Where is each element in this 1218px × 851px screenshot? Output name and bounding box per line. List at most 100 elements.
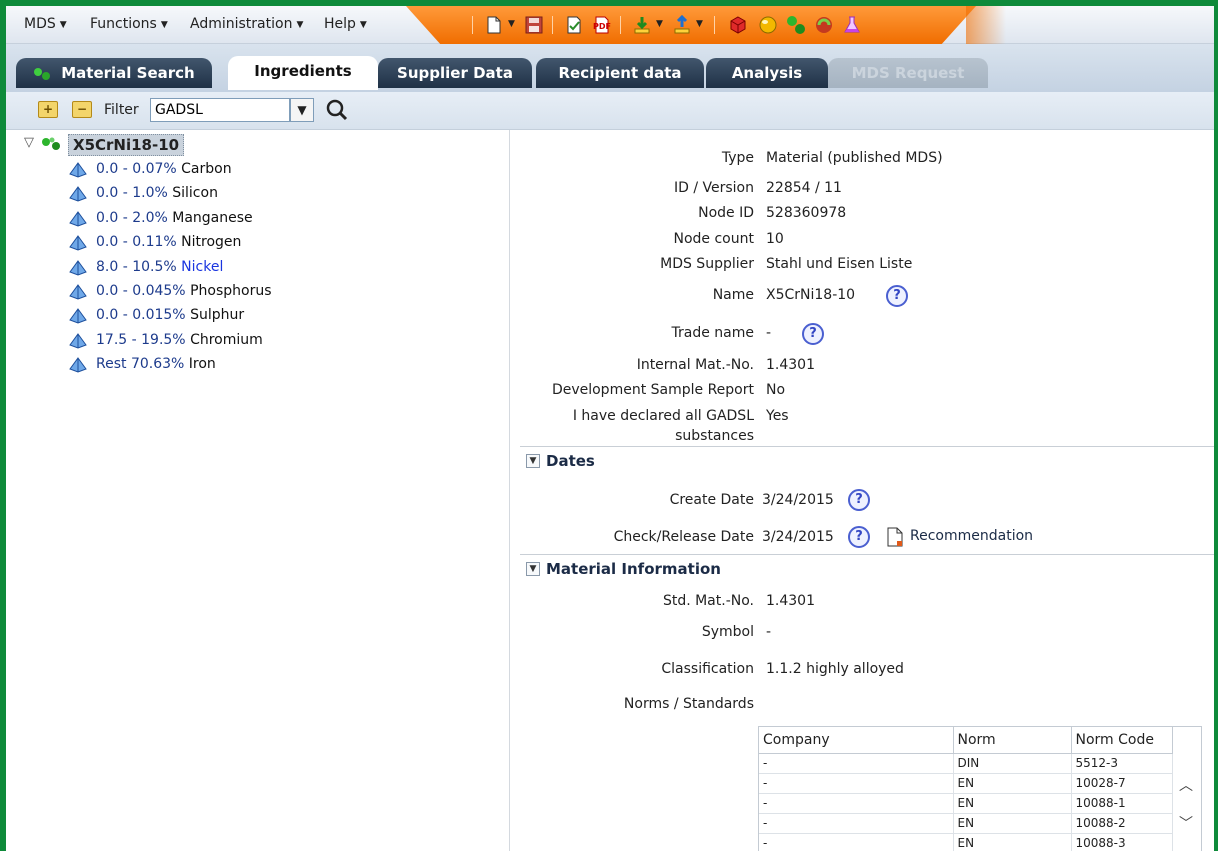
tree-expanded-icon[interactable]: ▽ <box>24 135 34 150</box>
table-cell: - <box>759 833 954 851</box>
substance-diamond-icon <box>69 162 87 178</box>
table-cell: 10028-7 <box>1071 773 1173 794</box>
table-scrollbar[interactable]: ︿ ﹀ <box>1173 727 1201 851</box>
dev-sample-value: No <box>766 382 786 398</box>
material-info-title: Material Information <box>546 560 721 578</box>
tree-root-label: X5CrNi18-10 <box>68 134 185 156</box>
save-icon[interactable] <box>524 15 544 35</box>
chevron-down-icon[interactable]: ▼ <box>526 562 540 576</box>
help-icon[interactable]: ? <box>802 323 824 345</box>
document-icon[interactable] <box>886 526 904 548</box>
tree-item-name: Iron <box>188 356 216 373</box>
menu-label: MDS <box>24 16 56 32</box>
caret-down-icon: ▼ <box>59 20 67 30</box>
filter-label: Filter <box>104 102 139 118</box>
svg-text:PDF: PDF <box>593 22 611 31</box>
tab-recipient-data[interactable]: Recipient data <box>536 58 704 88</box>
create-date-label: Create Date <box>669 492 754 508</box>
tree-item-percent: 8.0 - 10.5% <box>96 258 177 275</box>
recommendation-link[interactable]: Recommendation <box>910 528 1033 544</box>
table-cell: 10088-2 <box>1071 813 1173 834</box>
details-panel: Type Material (published MDS) ID / Versi… <box>512 130 1214 851</box>
molecule-icon[interactable] <box>786 15 806 35</box>
table-row[interactable]: - EN 10088-1 <box>759 793 1173 814</box>
tree-item-percent: 17.5 - 19.5% <box>96 331 186 348</box>
check-release-date-label: Check/Release Date <box>613 529 754 545</box>
help-icon[interactable]: ? <box>848 526 870 548</box>
substance-diamond-icon <box>69 308 87 324</box>
edit-check-icon[interactable] <box>564 15 584 35</box>
tree-item-percent: 0.0 - 2.0% <box>96 209 168 226</box>
search-icon[interactable] <box>324 97 350 123</box>
toolbar-separator <box>552 16 553 34</box>
node-count-label: Node count <box>673 231 755 247</box>
menu-help[interactable]: Help ▼ <box>324 16 367 32</box>
menu-functions[interactable]: Functions ▼ <box>90 16 168 32</box>
node-id-value: 528360978 <box>766 205 847 221</box>
pdf-icon[interactable]: PDF <box>592 15 612 35</box>
tab-analysis[interactable]: Analysis <box>706 58 828 88</box>
sphere-icon[interactable] <box>758 15 778 35</box>
chevron-down-icon[interactable]: ▼ <box>526 454 540 468</box>
table-cell: EN <box>953 833 1072 851</box>
table-row[interactable]: - EN 10088-2 <box>759 813 1173 834</box>
tab-ingredients[interactable]: Ingredients <box>228 56 378 90</box>
material-info-section-header[interactable]: ▼ Material Information <box>520 554 1214 582</box>
chevron-up-icon[interactable]: ︿ <box>1179 775 1193 795</box>
chevron-down-icon[interactable]: ﹀ <box>1179 813 1193 833</box>
norms-label: Norms / Standards <box>623 696 754 712</box>
tab-material-search[interactable]: Material Search <box>16 58 212 88</box>
menu-mds[interactable]: MDS ▼ <box>24 16 67 32</box>
tab-mds-request: MDS Request <box>828 58 988 88</box>
column-header[interactable]: Norm <box>953 727 1072 754</box>
menu-label: Functions <box>90 16 157 32</box>
toolbar-separator <box>714 16 715 34</box>
trade-name-value: - <box>766 325 772 341</box>
column-header[interactable]: Company <box>759 727 954 754</box>
tree-item-percent: 0.0 - 0.11% <box>96 234 177 251</box>
tab-label: Material Search <box>61 64 195 82</box>
new-document-icon[interactable] <box>484 15 504 35</box>
collapse-all-folder-icon[interactable]: − <box>72 101 92 118</box>
download-icon[interactable] <box>632 15 652 35</box>
tab-supplier-data[interactable]: Supplier Data <box>378 58 532 88</box>
caret-down-icon[interactable]: ▼ <box>508 19 515 29</box>
node-id-label: Node ID <box>698 205 754 221</box>
table-row[interactable]: - EN 10088-3 <box>759 833 1173 851</box>
dates-section-header[interactable]: ▼ Dates <box>520 446 1214 474</box>
menu-administration[interactable]: Administration ▼ <box>190 16 303 32</box>
table-row[interactable]: - DIN 5512-3 <box>759 753 1173 774</box>
substance-diamond-icon <box>69 186 87 202</box>
caret-down-icon[interactable]: ▼ <box>656 19 663 29</box>
tree-item-percent: Rest 70.63% <box>96 356 185 373</box>
upload-icon[interactable] <box>672 15 692 35</box>
toolbar-separator <box>620 16 621 34</box>
table-row[interactable]: - EN 10028-7 <box>759 773 1173 794</box>
help-icon[interactable]: ? <box>886 285 908 307</box>
chevron-down-icon[interactable]: ▼ <box>290 98 314 122</box>
recycle-icon[interactable] <box>814 15 834 35</box>
column-header[interactable]: Norm Code <box>1071 727 1173 754</box>
tree-item-name: Nickel <box>181 258 224 275</box>
table-cell: EN <box>953 773 1072 794</box>
table-header-row: Company Norm Norm Code <box>759 727 1173 754</box>
flask-icon[interactable] <box>842 15 862 35</box>
substance-diamond-icon <box>69 235 87 251</box>
table-cell: - <box>759 773 954 794</box>
table-cell: EN <box>953 793 1072 814</box>
app-window: MDS ▼ Functions ▼ Administration ▼ Help ▼ ▼ … <box>0 0 1218 851</box>
menubar: MDS ▼ Functions ▼ Administration ▼ Help ▼ ▼ … <box>6 6 1214 44</box>
tab-label: Ingredients <box>254 62 352 80</box>
std-mat-no-label: Std. Mat.-No. <box>662 593 754 609</box>
cube-icon[interactable] <box>728 15 748 35</box>
caret-down-icon: ▼ <box>160 20 168 30</box>
node-count-value: 10 <box>766 231 784 247</box>
table-cell: DIN <box>953 753 1072 774</box>
caret-down-icon[interactable]: ▼ <box>696 19 703 29</box>
tree-item-percent: 0.0 - 1.0% <box>96 185 168 202</box>
ingredient-tree: ▽ X5CrNi18-10 0.0 - 0.07% Carbon 0.0 - 1.… <box>6 130 510 851</box>
expand-all-folder-icon[interactable]: + <box>38 101 58 118</box>
toolbar-separator <box>472 16 473 34</box>
help-icon[interactable]: ? <box>848 489 870 511</box>
filter-select[interactable] <box>150 98 290 122</box>
